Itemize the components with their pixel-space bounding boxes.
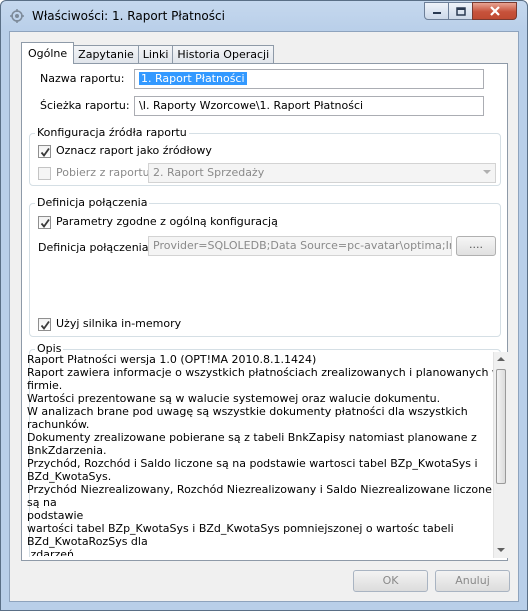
checkmark-icon: [40, 147, 50, 157]
description-line: Wartości prezentowane są w walucie syste…: [27, 392, 441, 405]
maximize-button[interactable]: [448, 2, 473, 20]
description-line: podstawie: [27, 509, 84, 522]
description-line: BnkZdarzenia.: [27, 444, 107, 457]
tab-general[interactable]: Ogólne: [21, 42, 75, 64]
description-line: zdarzeń.: [27, 548, 78, 556]
browse-connection-button[interactable]: ....: [456, 236, 496, 256]
window-title: Właściwości: 1. Raport Płatności: [32, 9, 225, 23]
connection-definition-group: Definicja połączenia Parametry zgodne z …: [29, 196, 501, 337]
report-name-value: 1. Raport Płatności: [139, 72, 247, 85]
scroll-down-icon[interactable]: [497, 548, 505, 552]
report-name-label: Nazwa raportu:: [40, 72, 125, 85]
close-button[interactable]: [472, 2, 517, 20]
connection-string-field[interactable]: Provider=SQLOLEDB;Data Source=pc-avatar\…: [148, 236, 452, 256]
description-scrollbar[interactable]: [493, 352, 509, 558]
maximize-icon: [455, 6, 466, 16]
checkmark-icon: [40, 218, 50, 228]
report-path-field[interactable]: \I. Raporty Wzorcowe\1. Raport Płatności: [134, 96, 484, 116]
description-line: BZd_KwotaSys.: [27, 470, 112, 483]
properties-window: Właściwości: 1. Raport Płatności Ogólne …: [0, 0, 528, 611]
description-line: Przychód, Rozchód i Saldo liczone są na …: [27, 457, 478, 470]
app-icon: [10, 9, 24, 23]
source-config-title: Konfiguracja źródła raportu: [35, 126, 189, 139]
description-line: wartości tabel BZp_KwotaSys i BZd_KwotaS…: [27, 522, 454, 535]
tab-strip: Ogólne Zapytanie Linki Historia Operacji: [21, 42, 275, 64]
connection-string-value: Provider=SQLOLEDB;Data Source=pc-avatar\…: [153, 239, 451, 252]
general-tab-panel: Nazwa raportu: 1. Raport Płatności Ścież…: [21, 63, 509, 561]
in-memory-label: Użyj silnika in-memory: [56, 317, 182, 330]
description-line: Raport Płatności wersja 1.0 (OPT!MA 2010…: [27, 353, 317, 366]
description-line: Raport zawiera informacje o wszystkich p…: [27, 366, 501, 392]
checkmark-icon: [40, 320, 50, 330]
minimize-button[interactable]: [424, 2, 449, 20]
title-bar[interactable]: Właściwości: 1. Raport Płatności: [1, 1, 527, 31]
minimize-icon: [432, 12, 441, 14]
mark-as-source-checkbox[interactable]: [38, 145, 51, 158]
mark-as-source-label: Oznacz raport jako źródłowy: [56, 144, 212, 157]
source-config-group: Konfiguracja źródła raportu Oznacz rapor…: [29, 126, 501, 186]
tab-links[interactable]: Linki: [137, 45, 174, 64]
params-config-checkbox[interactable]: [38, 216, 51, 229]
tab-operation-history[interactable]: Historia Operacji: [172, 45, 275, 64]
fetch-from-combobox[interactable]: 2. Raport Sprzedaży: [148, 163, 496, 183]
description-textarea[interactable]: Raport Płatności wersja 1.0 (OPT!MA 2010…: [27, 353, 502, 556]
fetch-from-label: Pobierz z raportu:: [56, 166, 154, 179]
dialog-body: Ogólne Zapytanie Linki Historia Operacji…: [9, 31, 519, 602]
close-icon: [489, 6, 500, 16]
fetch-from-checkbox[interactable]: [38, 167, 51, 180]
description-line: BZd_KwotaRozSys dla: [27, 535, 148, 548]
chevron-down-icon: [483, 170, 491, 174]
scrollbar-thumb[interactable]: [496, 369, 506, 484]
connection-definition-label: Definicja połączenia:: [38, 241, 153, 254]
report-path-label: Ścieżka raportu:: [40, 99, 130, 112]
tab-query[interactable]: Zapytanie: [73, 45, 139, 64]
description-line: W analizach brane pod uwagę są wszystkie…: [27, 405, 472, 431]
cancel-button[interactable]: Anuluj: [435, 570, 510, 592]
ok-button[interactable]: OK: [353, 570, 428, 592]
connection-definition-title: Definicja połączenia: [35, 196, 150, 209]
report-name-field[interactable]: 1. Raport Płatności: [134, 69, 484, 89]
description-line: Dokumenty zrealizowane pobierane są z ta…: [27, 431, 477, 444]
in-memory-checkbox[interactable]: [38, 318, 51, 331]
description-line: Przychód Niezrealizowany, Rozchód Niezre…: [27, 483, 492, 509]
fetch-from-value: 2. Raport Sprzedaży: [153, 166, 265, 179]
report-path-value: \I. Raporty Wzorcowe\1. Raport Płatności: [139, 99, 364, 112]
params-config-label: Parametry zgodne z ogólną konfiguracją: [56, 215, 278, 228]
scroll-up-icon[interactable]: [497, 357, 505, 361]
